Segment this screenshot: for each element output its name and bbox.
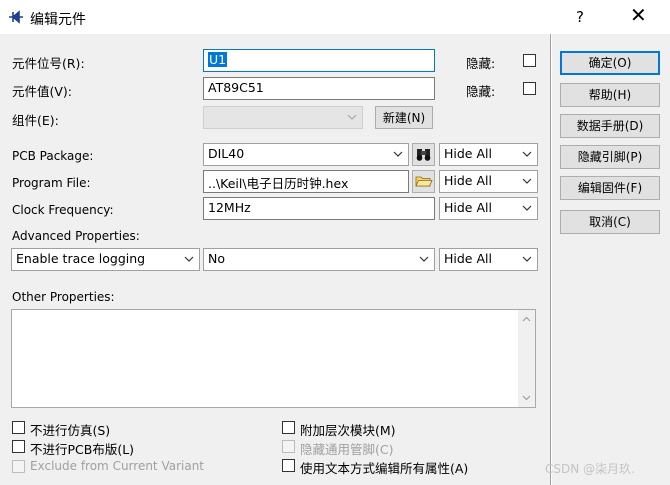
close-button[interactable]: ✕ [630,5,647,25]
attach-hierarchy-checkbox[interactable] [282,421,295,434]
chevron-down-icon [522,205,532,211]
no-pcb-checkbox[interactable] [12,440,25,453]
part-value-label: 元件值(V): [12,84,73,99]
folder-open-icon [415,176,433,187]
part-ref-hidden-checkbox[interactable] [523,54,536,67]
clock-frequency-visibility-select[interactable]: Hide All [439,197,538,220]
chevron-down-icon [347,114,357,120]
title-bar [0,0,670,34]
separator-highlight [551,34,552,485]
advanced-property-select[interactable]: Enable trace logging [11,248,200,271]
advanced-value-select[interactable]: No [203,248,435,271]
component-app-icon [8,9,24,25]
attach-hierarchy-label: 附加层次模块(M) [300,423,396,438]
hide-common-pins-label: 隐藏通用管脚(C) [300,442,394,457]
chevron-down-icon [393,151,403,157]
other-properties-textarea[interactable] [11,309,536,408]
help-button[interactable]: 帮助(H) [560,83,660,107]
edit-all-as-text-label: 使用文本方式编辑所有属性(A) [300,461,469,476]
hidden-pins-button[interactable]: 隐藏引脚(P) [560,145,660,169]
program-file-visibility-select[interactable]: Hide All [439,170,538,193]
scroll-up-icon[interactable] [518,312,535,326]
edit-all-as-text-checkbox[interactable] [282,459,295,472]
binoculars-button[interactable] [412,143,435,166]
chevron-down-icon [522,151,532,157]
component-label: 组件(E): [12,113,59,128]
ok-button[interactable]: 确定(O) [560,51,660,75]
binoculars-icon [416,149,431,161]
pcb-package-visibility-select[interactable]: Hide All [439,143,538,166]
program-file-input[interactable]: ..\Keil\电子日历时钟.hex [203,170,409,193]
datasheet-button[interactable]: 数据手册(D) [560,114,660,138]
hide-common-pins-checkbox [282,440,295,453]
browse-folder-button[interactable] [412,170,435,193]
component-select [203,106,363,129]
chevron-down-icon [419,256,429,262]
other-properties-label: Other Properties: [12,290,115,304]
no-simulate-label: 不进行仿真(S) [30,423,111,438]
exclude-variant-label: Exclude from Current Variant [30,459,205,473]
pcb-package-select[interactable]: DIL40 [203,143,409,166]
scroll-down-icon[interactable] [518,391,535,405]
no-pcb-label: 不进行PCB布版(L) [30,442,135,457]
part-ref-input[interactable]: U1 [203,49,435,72]
exclude-variant-checkbox [12,460,25,473]
part-value-hidden-checkbox[interactable] [523,82,536,95]
clock-frequency-input[interactable]: 12MHz [203,197,435,220]
advanced-properties-label: Advanced Properties: [12,229,140,243]
part-value-hidden-label: 隐藏: [466,84,496,99]
window-title: 编辑元件 [30,12,86,28]
cancel-button[interactable]: 取消(C) [560,210,660,234]
part-ref-hidden-label: 隐藏: [466,56,496,71]
program-file-label: Program File: [12,176,91,190]
clock-frequency-label: Clock Frequency: [12,203,114,217]
advanced-visibility-select[interactable]: Hide All [439,248,538,271]
watermark: CSDN @柒月玖. [545,462,635,476]
scrollbar[interactable] [518,310,535,407]
new-component-button[interactable]: 新建(N) [375,106,433,129]
pcb-package-label: PCB Package: [12,149,94,163]
part-value-input[interactable]: AT89C51 [203,77,435,100]
chevron-down-icon [522,256,532,262]
part-ref-label: 元件位号(R): [12,56,85,71]
help-title-button[interactable]: ? [576,8,584,26]
chevron-down-icon [522,178,532,184]
edit-firmware-button[interactable]: 编辑固件(F) [560,176,660,200]
no-simulate-checkbox[interactable] [12,421,25,434]
chevron-down-icon [184,256,194,262]
